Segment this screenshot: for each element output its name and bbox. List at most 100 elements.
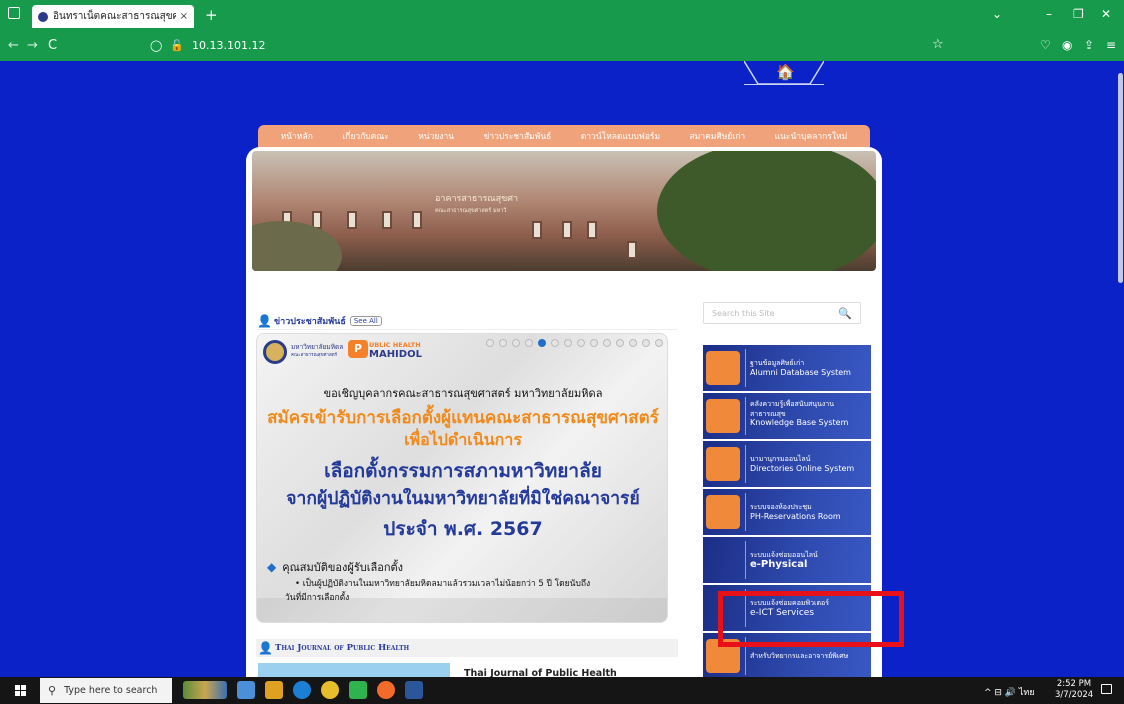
pocket-icon[interactable]: ♡ <box>1040 38 1051 52</box>
person-icon: 👤 <box>258 641 273 655</box>
link-text: Knowledge Base System <box>750 418 849 427</box>
slide-dot[interactable] <box>629 339 637 347</box>
page-viewport: 🏠 หน้าหลัก เกี่ยวกับคณะ หน่วยงาน ข่าวประ… <box>0 61 1124 677</box>
slide-line4: เลือกตั้งกรรมการสภามหาวิทยาลัย <box>324 460 602 482</box>
menu-item-units[interactable]: หน่วยงาน <box>418 129 454 143</box>
widgets-icon[interactable] <box>183 681 227 699</box>
menu-item-new-staff[interactable]: แนะนำบุคลากรใหม่ <box>775 129 848 143</box>
directories-online-link[interactable]: นามานุกรมออนไลน์ Directories Online Syst… <box>703 441 871 487</box>
slide-dot[interactable] <box>525 339 533 347</box>
journal-header: 👤 Thai Journal of Public Health <box>256 639 678 657</box>
tools-icon <box>706 543 740 577</box>
taskbar-search-input[interactable]: ⚲ Type here to search <box>40 678 172 703</box>
system-tray[interactable]: ^ ⊟ 🔊 ไทย <box>984 685 1035 699</box>
page-scrollbar[interactable] <box>1116 61 1124 677</box>
journal-link[interactable]: Thai Journal of Public Health <box>464 668 617 677</box>
slide-line6: ประจำ พ.ศ. 2567 <box>383 518 543 540</box>
firefox-icon[interactable] <box>377 681 395 699</box>
server-icon <box>706 351 740 385</box>
restore-button[interactable]: ❐ <box>1073 7 1084 21</box>
forward-button[interactable]: → <box>27 38 38 53</box>
slide-line7: ◆ คุณสมบัติของผู้รับเลือกตั้ง <box>267 558 403 576</box>
word-icon[interactable] <box>405 681 423 699</box>
notification-icon[interactable] <box>1101 684 1112 694</box>
slide-dot[interactable] <box>486 339 494 347</box>
task-view-icon[interactable] <box>237 681 255 699</box>
menu-item-about[interactable]: เกี่ยวกับคณะ <box>342 129 388 143</box>
alumni-database-link[interactable]: ฐานข้อมูลศิษย์เก่า Alumni Database Syste… <box>703 345 871 391</box>
phone-book-icon <box>706 447 740 481</box>
public-health-badge: P <box>348 340 368 358</box>
account-icon[interactable]: ◉ <box>1062 38 1072 52</box>
clock[interactable]: 2:52 PM 3/7/2024 <box>1055 679 1093 701</box>
news-slideshow[interactable]: มหาวิทยาลัยมหิดล คณะสาธารณสุขศาสตร์ P UB… <box>256 333 668 623</box>
slide-dot[interactable] <box>564 339 572 347</box>
new-tab-button[interactable]: + <box>205 6 218 24</box>
menu-item-downloads[interactable]: ดาวน์โหลดแบบฟอร์ม <box>581 129 660 143</box>
knowledge-base-link[interactable]: คลังความรู้เพื่อสนับสนุนงาน สาธารณสุข Kn… <box>703 393 871 439</box>
file-explorer-icon[interactable] <box>265 681 283 699</box>
university-logo-icon <box>263 340 287 364</box>
link-text: PH-Reservations Room <box>750 512 841 521</box>
slide-dots <box>486 339 663 347</box>
scrollbar-thumb[interactable] <box>1118 73 1123 283</box>
minimize-button[interactable]: – <box>1046 7 1052 21</box>
windows-start-icon[interactable] <box>15 685 26 696</box>
tab-bar: อินทราเน็ตคณะสาธารณสุขศาสตร์ × + ⌄ – ❐ ✕ <box>0 0 1124 30</box>
search-icon[interactable]: 🔍 <box>838 307 852 320</box>
slide-line3: เพื่อไปดำเนินการ <box>404 430 522 449</box>
e-physical-link[interactable]: ระบบแจ้งซ่อมออนไลน์ e-Physical <box>703 537 871 583</box>
slide-dot[interactable] <box>642 339 650 347</box>
extensions-icon[interactable]: ⇪ <box>1084 38 1094 52</box>
slide-dot[interactable] <box>551 339 559 347</box>
diamond-bullet-icon: ◆ <box>267 560 277 574</box>
clock-date: 3/7/2024 <box>1055 690 1094 700</box>
journal-title: Thai Journal of Public Health <box>275 643 410 653</box>
site-favicon-icon <box>38 11 48 22</box>
slide-dot[interactable] <box>590 339 598 347</box>
tab-overflow-chevron-icon[interactable]: ⌄ <box>992 7 1002 21</box>
site-menu: หน้าหลัก เกี่ยวกับคณะ หน่วยงาน ข่าวประชา… <box>258 125 870 147</box>
slide-dot[interactable] <box>655 339 663 347</box>
back-button[interactable]: ← <box>8 38 19 53</box>
line-icon[interactable] <box>349 681 367 699</box>
site-search-input[interactable]: Search this Site 🔍 <box>703 302 861 324</box>
search-placeholder: Search this Site <box>712 308 775 318</box>
menu-hamburger-icon[interactable]: ≡ <box>1106 38 1116 52</box>
chrome-icon[interactable] <box>321 681 339 699</box>
browser-tab[interactable]: อินทราเน็ตคณะสาธารณสุขศาสตร์ × <box>32 5 194 28</box>
tab-close-icon[interactable]: × <box>180 11 188 22</box>
banner-sign-text: อาคารสาธารณสุขศา <box>435 194 519 204</box>
reservations-room-link[interactable]: ระบบจองห้องประชุม PH-Reservations Room <box>703 489 871 535</box>
slide-dot[interactable] <box>538 339 546 347</box>
edge-icon[interactable] <box>293 681 311 699</box>
tab-list-icon[interactable] <box>8 7 20 19</box>
home-icon[interactable]: 🏠 <box>776 63 795 81</box>
taskbar-apps <box>183 681 423 699</box>
shield-icon: ◯ <box>150 39 163 52</box>
meeting-room-icon <box>706 495 740 529</box>
close-window-button[interactable]: ✕ <box>1101 7 1111 21</box>
book-icon <box>706 399 740 433</box>
menu-item-news[interactable]: ข่าวประชาสัมพันธ์ <box>484 129 552 143</box>
see-all-link[interactable]: See All <box>349 315 382 326</box>
search-icon: ⚲ <box>48 684 57 697</box>
link-text: Alumni Database System <box>750 368 851 377</box>
menu-item-home[interactable]: หน้าหลัก <box>281 129 313 143</box>
slide-dot[interactable] <box>512 339 520 347</box>
bookmark-star-icon[interactable]: ☆ <box>932 37 944 52</box>
slide-dot[interactable] <box>499 339 507 347</box>
link-text: สำหรับวิทยากรและอาจารย์พิเศษ <box>750 652 849 660</box>
insecure-lock-icon[interactable]: 🔓 <box>170 39 184 52</box>
slide-line1: ขอเชิญบุคลากรคณะสาธารณสุขศาสตร์ มหาวิทยา… <box>323 387 603 400</box>
url-bar[interactable]: ◯ 🔓 10.13.101.12 <box>150 34 958 57</box>
nav-bar: ← → C ◯ 🔓 10.13.101.12 ☆ ♡ ◉ ⇪ ≡ <box>0 30 1124 61</box>
reload-button[interactable]: C <box>48 38 57 53</box>
slide-dot[interactable] <box>577 339 585 347</box>
slide-dot[interactable] <box>603 339 611 347</box>
news-header: 👤 ข่าวประชาสัมพันธ์ See All <box>257 312 677 330</box>
highlight-box <box>718 591 904 647</box>
menu-item-alumni[interactable]: สมาคมศิษย์เก่า <box>690 129 746 143</box>
journal-image[interactable] <box>258 663 450 677</box>
slide-dot[interactable] <box>616 339 624 347</box>
